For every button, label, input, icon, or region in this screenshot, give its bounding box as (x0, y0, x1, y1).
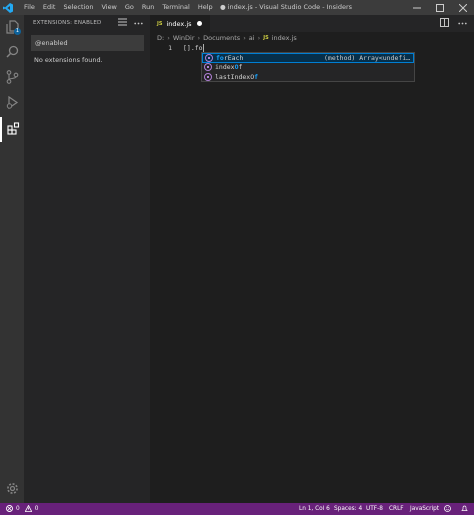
source-control-icon (6, 69, 19, 86)
error-count: 0 (16, 506, 20, 512)
warning-count: 0 (34, 506, 39, 512)
run-debug-icon (6, 95, 19, 111)
suggestion-item[interactable]: lastIndexO f (202, 72, 414, 82)
method-icon (204, 72, 212, 81)
explorer-badge: 1 (14, 28, 21, 35)
suggestion-item[interactable]: index Of (202, 63, 414, 73)
breadcrumb: D: › WinDir › Documents › ai › JS index.… (157, 32, 297, 43)
chevron-right-icon: › (257, 33, 261, 42)
extensions-icon (6, 122, 20, 137)
menu-go[interactable]: Go (121, 0, 138, 15)
search-view-button[interactable] (0, 40, 24, 65)
method-icon (204, 63, 212, 72)
status-bar: 0 0 Ln 1, Col 6 Spaces: 4 UTF-8 CRLF Jav… (0, 503, 474, 515)
split-editor-button[interactable] (438, 17, 450, 29)
suggestion-pre: index (215, 63, 235, 72)
gear-icon (6, 482, 19, 497)
chevron-right-icon: › (197, 33, 201, 42)
suggestion-item[interactable]: fo rEach (method) Array<undefi… (202, 53, 414, 63)
ellipsis-icon (133, 19, 143, 27)
breadcrumb-file[interactable]: index.js (272, 34, 297, 42)
breadcrumb-documents[interactable]: Documents (203, 34, 240, 42)
eol-setting[interactable]: CRLF (389, 503, 404, 515)
run-debug-button[interactable] (0, 91, 24, 116)
notifications-button[interactable] (461, 503, 468, 515)
breadcrumb-drive[interactable]: D: (157, 34, 164, 42)
suggestion-detail: (method) Array<undefi… (324, 54, 411, 62)
tab-index-js[interactable]: JS index.js (150, 15, 210, 32)
suggestion-match: f (254, 72, 259, 81)
problems-indicator[interactable]: 0 0 (6, 503, 38, 515)
suggestion-rest: rEach (223, 53, 244, 62)
editor-tab-bar: JS index.js (150, 15, 474, 32)
no-extensions-message: No extensions found. (34, 56, 103, 64)
menu-terminal[interactable]: Terminal (158, 0, 193, 15)
close-window-button[interactable] (451, 0, 474, 15)
split-editor-icon (439, 17, 449, 29)
ellipsis-icon (457, 19, 467, 27)
menu-selection[interactable]: Selection (59, 0, 97, 15)
suggestion-rest: f (238, 63, 243, 72)
cursor-position[interactable]: Ln 1, Col 6 (299, 503, 330, 515)
tab-label: index.js (166, 19, 192, 28)
menu-run[interactable]: Run (138, 0, 158, 15)
clear-filter-button[interactable] (116, 17, 128, 29)
menu-view[interactable]: View (97, 0, 120, 15)
method-icon (205, 53, 213, 62)
encoding-setting[interactable]: UTF-8 (366, 503, 383, 515)
extensions-button[interactable] (0, 117, 24, 142)
chevron-right-icon: › (243, 33, 246, 42)
menu-file[interactable]: File (20, 0, 39, 15)
menu-edit[interactable]: Edit (39, 0, 60, 15)
code-text: [].fo (183, 44, 203, 52)
unsaved-dot-icon[interactable] (197, 21, 202, 26)
maximize-button[interactable] (428, 0, 451, 15)
chevron-right-icon: › (167, 33, 170, 42)
more-actions-button[interactable] (132, 17, 144, 29)
manage-button[interactable] (0, 477, 24, 502)
indentation-setting[interactable]: Spaces: 4 (334, 503, 362, 515)
warning-icon (24, 504, 33, 514)
source-control-button[interactable] (0, 65, 24, 90)
javascript-file-icon: JS (157, 20, 163, 27)
error-icon (6, 504, 13, 514)
sidebar-title: EXTENSIONS: ENABLED (33, 20, 102, 26)
title-bar: File Edit Selection View Go Run Terminal… (0, 0, 474, 15)
window-title: ● index.js - Visual Studio Code - Inside… (220, 3, 353, 11)
menu-help[interactable]: Help (194, 0, 217, 15)
suggestion-pre: lastIndexO (215, 72, 255, 81)
extensions-sidebar: EXTENSIONS: ENABLED @enabled No extensio… (24, 15, 150, 503)
suggestion-match: fo (216, 53, 224, 62)
vscode-logo-icon (0, 0, 16, 15)
breadcrumb-ai[interactable]: ai (249, 34, 255, 42)
suggest-widget: fo rEach (method) Array<undefi… index Of l… (201, 52, 415, 82)
search-icon (5, 45, 19, 60)
javascript-file-icon: JS (263, 34, 269, 41)
menu-bar: File Edit Selection View Go Run Terminal… (20, 0, 217, 15)
explorer-button[interactable]: 1 (0, 15, 24, 40)
feedback-button[interactable] (444, 503, 451, 515)
line-number: 1 (168, 44, 172, 52)
extensions-search-input[interactable]: @enabled (31, 35, 144, 51)
language-mode[interactable]: JavaScript (410, 503, 439, 515)
activity-bar: 1 (0, 15, 24, 503)
editor-more-actions-button[interactable] (456, 17, 468, 29)
minimize-button[interactable] (405, 0, 428, 15)
clear-all-icon (117, 18, 127, 28)
breadcrumb-windir[interactable]: WinDir (173, 34, 195, 42)
